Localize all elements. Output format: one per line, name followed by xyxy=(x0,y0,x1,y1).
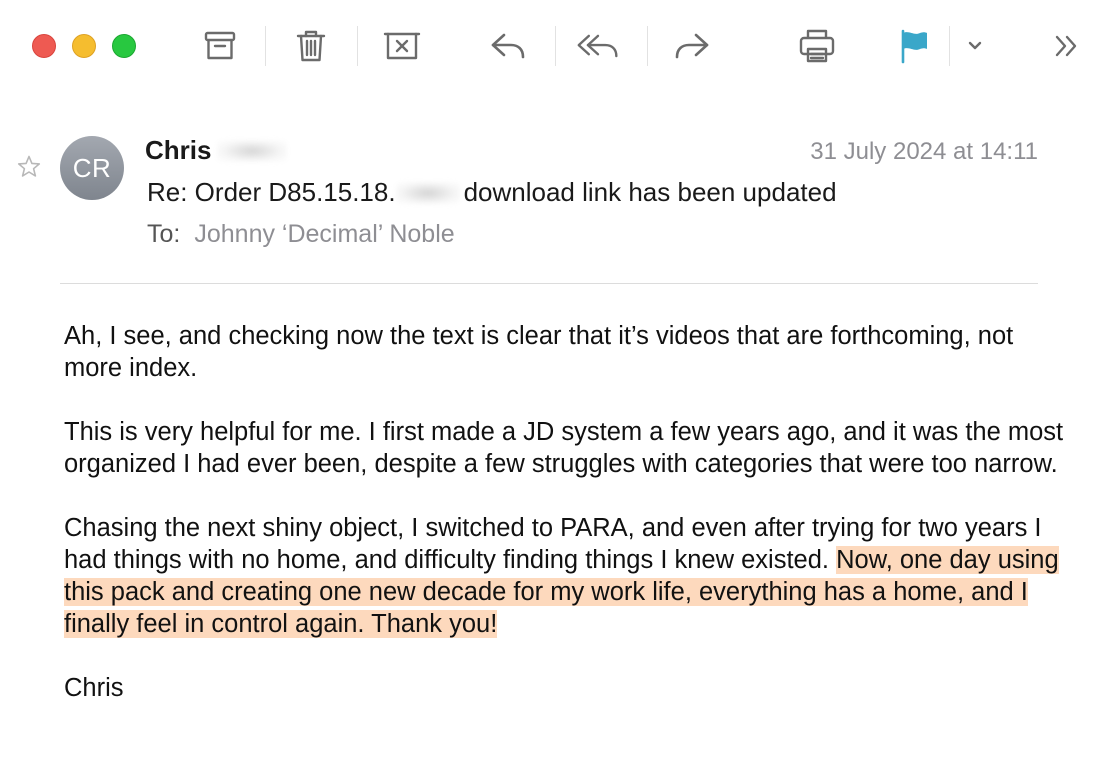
reply-all-button[interactable] xyxy=(576,24,620,68)
forward-button[interactable] xyxy=(670,24,714,68)
message-subject: Re: Order D85.15.18. download link has be… xyxy=(147,177,837,208)
redacted-surname xyxy=(217,140,288,162)
body-paragraph-3: Chasing the next shiny object, I switche… xyxy=(64,512,1074,640)
subject-prefix: Re: Order D85.15.18. xyxy=(147,177,396,207)
sender-name[interactable]: Chris xyxy=(145,135,288,166)
sender-first-name: Chris xyxy=(145,135,212,165)
junk-icon xyxy=(383,32,421,60)
header-divider xyxy=(60,283,1038,284)
recipient-row: To: Johnny ‘Decimal’ Noble xyxy=(147,220,455,249)
flag-button[interactable] xyxy=(892,24,936,68)
recipient-name[interactable]: Johnny ‘Decimal’ Noble xyxy=(194,220,454,248)
archive-button[interactable] xyxy=(198,24,242,68)
avatar-initials: CR xyxy=(72,152,112,183)
delete-button[interactable] xyxy=(289,24,333,68)
forward-icon xyxy=(675,33,709,59)
avatar: CR xyxy=(60,136,124,200)
archive-icon xyxy=(204,31,236,60)
zoom-window-button[interactable] xyxy=(112,34,136,58)
reply-button[interactable] xyxy=(486,24,530,68)
trash-icon xyxy=(296,30,326,62)
subject-suffix: download link has been updated xyxy=(463,177,837,207)
toolbar xyxy=(0,0,1098,92)
star-icon[interactable] xyxy=(16,154,42,180)
print-icon xyxy=(799,29,835,63)
redacted-order-number xyxy=(395,182,460,204)
minimize-window-button[interactable] xyxy=(72,34,96,58)
flag-menu-button[interactable] xyxy=(953,24,997,68)
body-paragraph-2: This is very helpful for me. I first mad… xyxy=(64,418,1064,478)
close-window-button[interactable] xyxy=(32,34,56,58)
flag-icon xyxy=(901,29,927,64)
signature: Chris xyxy=(64,674,124,702)
message-date: 31 July 2024 at 14:11 xyxy=(810,138,1038,165)
reply-all-icon xyxy=(577,34,618,58)
more-toolbar-button[interactable] xyxy=(1045,24,1089,68)
more-icon xyxy=(1055,35,1077,57)
to-label: To: xyxy=(147,220,181,248)
junk-button[interactable] xyxy=(380,24,424,68)
message-body: Ah, I see, and checking now the text is … xyxy=(64,320,1074,736)
reply-icon xyxy=(491,33,525,59)
body-paragraph-1: Ah, I see, and checking now the text is … xyxy=(64,322,1014,382)
chevron-down-icon xyxy=(968,41,982,50)
print-button[interactable] xyxy=(795,24,839,68)
